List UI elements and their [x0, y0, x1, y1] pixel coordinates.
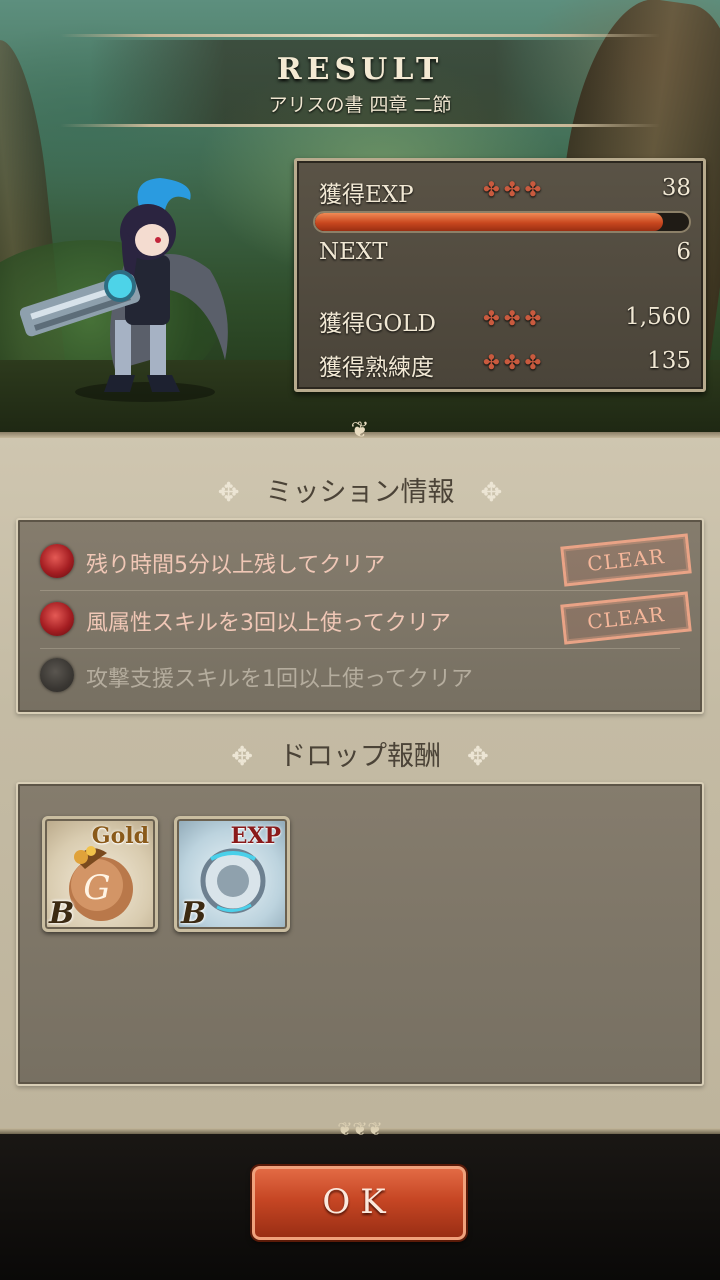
- character-sprite: [20, 178, 228, 402]
- mission-text: 風属性スキルを3回以上使ってクリア: [86, 611, 451, 636]
- divider: [40, 590, 680, 591]
- mastery-gained-row: 獲得熟練度 ✤✤✤ 135: [319, 348, 691, 384]
- mission-list: 残り時間5分以上残してクリア CLEAR 風属性スキルを3回以上使ってクリア C…: [16, 518, 704, 714]
- reward-stats-panel: 獲得EXP ✤✤✤ 38 NEXT 6 獲得GOLD ✤✤✤ 1,560 獲得熟…: [294, 158, 706, 392]
- next-label: NEXT: [319, 239, 388, 265]
- mission-text: 攻撃支援スキルを1回以上使ってクリア: [86, 667, 473, 692]
- reward-kind-label: EXP: [230, 823, 281, 849]
- exp-progress-fill: [315, 213, 663, 231]
- mission-section-heading: ✥ ミッション情報 ✥: [217, 477, 503, 508]
- exp-gained-label: 獲得EXP: [319, 182, 414, 208]
- gold-gained-value: 1,560: [625, 304, 691, 330]
- exp-gained-row: 獲得EXP ✤✤✤ 38: [319, 175, 691, 211]
- ornament-icon: ✥: [480, 478, 503, 508]
- svg-text:G: G: [83, 868, 110, 908]
- ornament-icon: ✤✤✤: [483, 177, 546, 201]
- ornament-icon: ✤✤✤: [483, 350, 546, 374]
- title-rule-top: [60, 34, 660, 37]
- mission-item: 風属性スキルを3回以上使ってクリア CLEAR: [40, 591, 692, 645]
- ok-button[interactable]: OK: [252, 1166, 466, 1240]
- drop-section-heading: ✥ ドロップ報酬 ✥: [231, 741, 489, 772]
- crest-icon: ❦❦❦: [337, 1119, 383, 1140]
- ornament-icon: ✥: [467, 742, 489, 772]
- mission-item: 残り時間5分以上残してクリア CLEAR: [40, 533, 692, 587]
- next-level-row: NEXT 6: [319, 239, 691, 275]
- chapter-subtitle: アリスの書 四章 二節: [268, 94, 452, 116]
- mastery-gained-label: 獲得熟練度: [319, 355, 434, 381]
- ornament-icon: ✥: [217, 478, 240, 508]
- rose-cleared-icon: [40, 544, 74, 578]
- next-value: 6: [676, 239, 691, 265]
- clear-stamp: CLEAR: [560, 533, 692, 587]
- mission-text: 残り時間5分以上残してクリア: [86, 553, 386, 578]
- ornament-icon: ✥: [231, 742, 253, 772]
- gold-gained-label: 獲得GOLD: [319, 311, 436, 337]
- result-header: RESULT アリスの書 四章 二節: [60, 30, 660, 130]
- mastery-gained-value: 135: [647, 348, 691, 374]
- rose-cleared-icon: [40, 602, 74, 636]
- gold-gained-row: 獲得GOLD ✤✤✤ 1,560: [319, 304, 691, 340]
- mission-item: 攻撃支援スキルを1回以上使ってクリア: [40, 652, 690, 698]
- page-title: RESULT: [276, 52, 444, 87]
- clear-stamp: CLEAR: [560, 591, 692, 645]
- rose-uncleared-icon: [40, 658, 74, 692]
- reward-grade-badge: B: [181, 896, 207, 931]
- crest-icon: ❦: [350, 418, 370, 443]
- ornament-icon: ✤✤✤: [483, 306, 546, 330]
- divider: [40, 648, 680, 649]
- title-rule-bottom: [60, 124, 660, 127]
- battle-scene: RESULT アリスの書 四章 二節 獲得EXP ✤✤✤ 38 NEXT 6 獲…: [0, 0, 720, 432]
- reward-grade-badge: B: [49, 896, 75, 931]
- drop-reward-list: G Gold B EXP B: [16, 782, 704, 1086]
- reward-kind-label: Gold: [91, 823, 149, 849]
- exp-progress-bar: [313, 211, 691, 233]
- exp-gained-value: 38: [661, 175, 691, 201]
- reward-item-gold[interactable]: G Gold B: [42, 816, 158, 932]
- reward-item-exp[interactable]: EXP B: [174, 816, 290, 932]
